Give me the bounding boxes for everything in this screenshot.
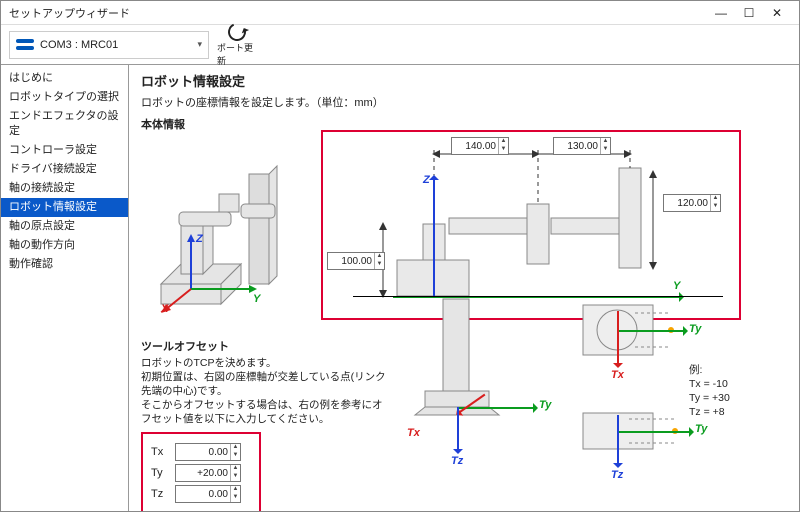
sidebar-step-controller[interactable]: コントローラ設定 xyxy=(1,141,128,160)
window-title: セットアップウィザード xyxy=(9,5,707,21)
ty-label: Ty xyxy=(151,467,169,479)
spinner-icon[interactable]: ▲▼ xyxy=(600,138,610,154)
tool-offset-diagrams: Ty Tx Tz Ty Tx xyxy=(379,295,759,495)
spinner-icon[interactable]: ▲▼ xyxy=(374,253,384,269)
ty-input[interactable]: +20.00 ▲▼ xyxy=(175,464,241,482)
link1-length-input[interactable]: 140.00 ▲▼ xyxy=(451,137,509,155)
sidebar-step-robot-type[interactable]: ロボットタイプの選択 xyxy=(1,88,128,107)
tx-axis-label-top: Tx xyxy=(611,369,624,381)
tool-offset-inputs: Tx 0.00 ▲▼ Ty +20.00 ▲▼ Tz 0. xyxy=(141,432,261,511)
toolbar: COM3 : MRC01 ▾ ポート更新 xyxy=(1,25,799,65)
spinner-icon[interactable]: ▲▼ xyxy=(710,195,720,211)
tool-offset-description: ロボットのTCPを決めます。 初期位置は、右図の座標軸が交差している点(リンク先… xyxy=(141,356,391,426)
com-port-dropdown[interactable]: COM3 : MRC01 ▾ xyxy=(9,31,209,59)
window-close-button[interactable]: ✕ xyxy=(763,6,791,20)
tz-axis-label: Tz xyxy=(451,455,463,467)
z-axis-indicator xyxy=(433,176,435,296)
z-axis-label: Z xyxy=(423,174,430,186)
sidebar-step-robot-info[interactable]: ロボット情報設定 xyxy=(1,198,128,217)
port-refresh-label: ポート更新 xyxy=(217,41,257,67)
sidebar-step-axis-origin[interactable]: 軸の原点設定 xyxy=(1,217,128,236)
window-minimize-button[interactable]: — xyxy=(707,6,735,20)
window-maximize-button[interactable]: ☐ xyxy=(735,6,763,20)
svg-text:X: X xyxy=(160,303,169,314)
tz-arrow xyxy=(457,407,459,453)
link2-length-input[interactable]: 130.00 ▲▼ xyxy=(553,137,611,155)
main-panel: ロボット情報設定 ロボットの座標情報を設定します。（単位：mm） 本体情報 xyxy=(129,65,799,511)
port-refresh-button[interactable]: ポート更新 xyxy=(217,23,257,67)
tool-top-view-icon xyxy=(579,295,699,375)
ty-axis-label: Ty xyxy=(539,399,551,411)
offset-example-text: 例: Tx = -10 Ty = +30 Tz = +8 xyxy=(689,363,730,419)
robot-3d-illustration: Z Y X xyxy=(141,134,311,314)
tx-axis-label: Tx xyxy=(407,427,420,439)
tz-axis-label-front: Tz xyxy=(611,469,623,481)
connector-icon xyxy=(16,38,34,52)
svg-text:Y: Y xyxy=(253,293,262,305)
page-heading: ロボット情報設定 xyxy=(141,71,787,90)
tool-side-view-icon xyxy=(379,295,549,465)
base-height-input[interactable]: 100.00 ▲▼ xyxy=(327,252,385,270)
ty-axis-label-top: Ty xyxy=(689,323,701,335)
sidebar-step-motion-check[interactable]: 動作確認 xyxy=(1,255,128,274)
sidebar-step-intro[interactable]: はじめに xyxy=(1,69,128,88)
sidebar-step-end-effector[interactable]: エンドエフェクタの設定 xyxy=(1,107,128,141)
link2-height-input[interactable]: 120.00 ▲▼ xyxy=(663,194,721,212)
window-titlebar: セットアップウィザード — ☐ ✕ xyxy=(1,1,799,25)
sidebar-step-driver[interactable]: ドライバ接続設定 xyxy=(1,160,128,179)
tx-input[interactable]: 0.00 ▲▼ xyxy=(175,443,241,461)
tx-arrow-top xyxy=(617,311,619,367)
tz-label: Tz xyxy=(151,488,169,500)
ty-arrow xyxy=(457,407,537,409)
tz-arrow-front xyxy=(617,415,619,467)
sidebar-step-axis-direction[interactable]: 軸の動作方向 xyxy=(1,236,128,255)
tx-label: Tx xyxy=(151,446,169,458)
ty-arrow-front xyxy=(617,431,693,433)
svg-text:Z: Z xyxy=(195,233,204,245)
spinner-icon[interactable]: ▲▼ xyxy=(230,486,240,502)
page-description: ロボットの座標情報を設定します。（単位：mm） xyxy=(141,94,787,110)
spinner-icon[interactable]: ▲▼ xyxy=(230,444,240,460)
tz-input[interactable]: 0.00 ▲▼ xyxy=(175,485,241,503)
spinner-icon[interactable]: ▲▼ xyxy=(498,138,508,154)
y-axis-label: Y xyxy=(673,280,680,292)
ty-axis-label-front: Ty xyxy=(695,423,707,435)
ty-arrow-top xyxy=(617,330,687,332)
tool-front-view-icon xyxy=(579,405,699,485)
sidebar-step-axis-connect[interactable]: 軸の接続設定 xyxy=(1,179,128,198)
wizard-sidebar: はじめに ロボットタイプの選択 エンドエフェクタの設定 コントローラ設定 ドライ… xyxy=(1,65,129,511)
spinner-icon[interactable]: ▲▼ xyxy=(230,465,240,481)
body-dimensions-panel: 140.00 ▲▼ 130.00 ▲▼ 120.00 ▲▼ 100.00 ▲▼ … xyxy=(321,130,741,320)
chevron-down-icon: ▾ xyxy=(197,39,202,50)
com-port-label: COM3 : MRC01 xyxy=(40,39,118,51)
